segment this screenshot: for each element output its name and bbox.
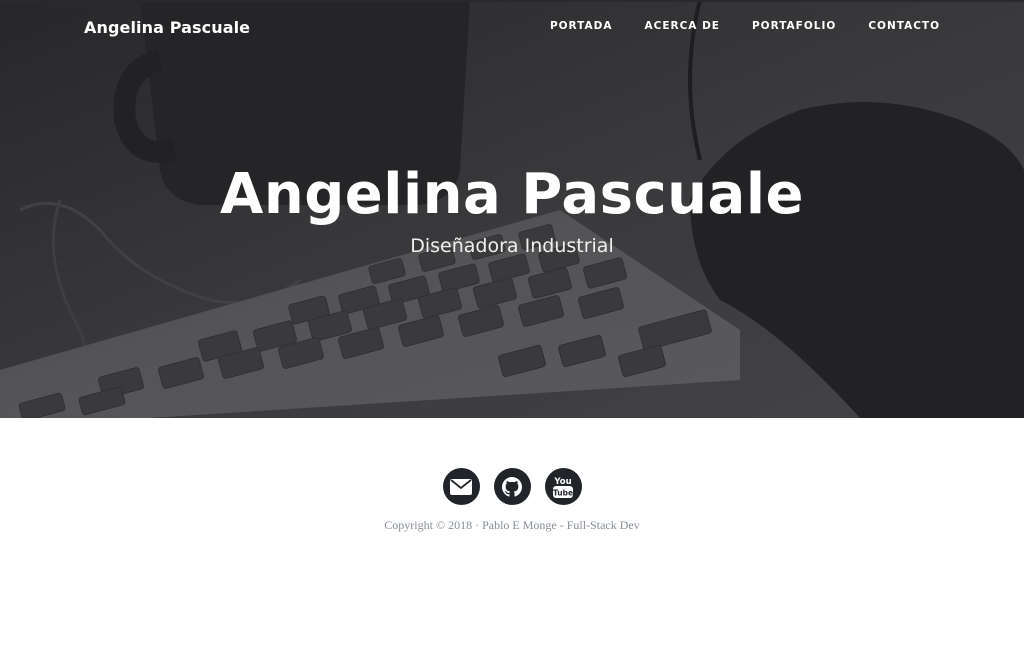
github-icon (502, 476, 522, 497)
email-link[interactable] (442, 468, 480, 505)
nav-link-acerca-de[interactable]: ACERCA DE (645, 20, 720, 32)
nav-link-contacto[interactable]: CONTACTO (868, 20, 940, 32)
envelope-icon (450, 478, 472, 495)
page-footer: You Tube Copyright © 2018 · Pablo E Mong… (0, 418, 1024, 649)
main-navbar: Angelina Pascuale PORTADA ACERCA DE PORT… (0, 0, 1024, 56)
youtube-icon: You Tube (553, 477, 573, 498)
hero-heading: Angelina Pascuale Diseñadora Industrial (0, 160, 1024, 258)
social-links: You Tube (0, 468, 1024, 505)
youtube-icon-you: You (553, 477, 571, 487)
nav-links: PORTADA ACERCA DE PORTAFOLIO CONTACTO (518, 20, 940, 32)
youtube-link[interactable]: You Tube (544, 468, 582, 505)
brand-link[interactable]: Angelina Pascuale (84, 18, 250, 37)
copyright-text: Copyright © 2018 · Pablo E Monge - Full-… (384, 518, 640, 532)
hero-title: Angelina Pascuale (219, 162, 804, 227)
nav-link-portada[interactable]: PORTADA (550, 20, 613, 32)
nav-link-portafolio[interactable]: PORTAFOLIO (752, 20, 836, 32)
hero-subtitle: Diseñadora Industrial (410, 235, 614, 257)
youtube-icon-tube: Tube (553, 488, 573, 497)
github-link[interactable] (493, 468, 531, 505)
hero-header: Angelina Pascuale PORTADA ACERCA DE PORT… (0, 0, 1024, 418)
